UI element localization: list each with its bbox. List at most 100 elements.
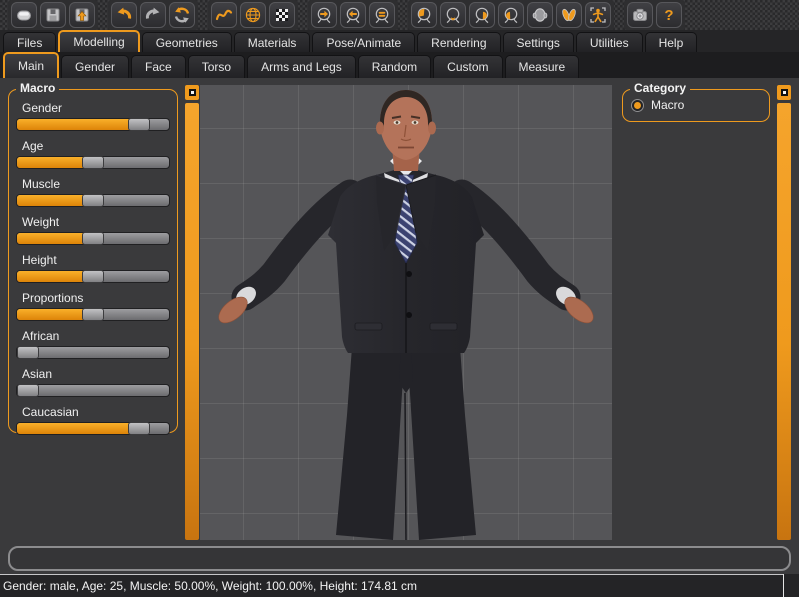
african-slider[interactable] [16,346,170,359]
collapse-icon [781,89,788,96]
height-slider-handle[interactable] [82,270,104,283]
resize-grip[interactable] [783,574,799,597]
tab-measure[interactable]: Measure [505,55,580,78]
head-left-view-button[interactable] [469,2,495,28]
save-icon [44,6,62,24]
body-view-button[interactable] [585,2,611,28]
right-splitter-collapse-button[interactable] [777,85,791,100]
category-option-label: Macro [651,98,684,112]
tab-rendering[interactable]: Rendering [417,32,500,52]
caucasian-slider-fill [17,423,139,434]
tab-random[interactable]: Random [358,55,431,78]
tab-utilities[interactable]: Utilities [576,32,643,52]
head-right-view-button[interactable] [498,2,524,28]
caucasian-slider[interactable] [16,422,170,435]
tab-help[interactable]: Help [645,32,698,52]
toolbar-group-rotate [308,0,398,30]
tab-face[interactable]: Face [131,55,186,78]
caucasian-slider-handle[interactable] [128,422,150,435]
reset-button[interactable] [169,2,195,28]
asian-slider-handle[interactable] [17,384,39,397]
feet-view-button[interactable] [556,2,582,28]
category-option-macro[interactable]: Macro [631,98,761,112]
head-left-view-icon [473,6,491,24]
smooth-icon [215,6,233,24]
undo-button[interactable] [111,2,137,28]
tab-main[interactable]: Main [3,52,59,78]
macro-groupbox-title: Macro [16,81,59,95]
3d-viewport[interactable] [200,85,612,540]
new-icon [15,6,33,24]
left-splitter-collapse-button[interactable] [185,85,199,100]
tab-pose-animate[interactable]: Pose/Animate [312,32,415,52]
head-top-view-icon [531,6,549,24]
tab-geometries[interactable]: Geometries [142,32,232,52]
tab-files[interactable]: Files [3,32,56,52]
help-button[interactable]: ? [656,2,682,28]
proportions-slider-handle[interactable] [82,308,104,321]
background-button[interactable] [269,2,295,28]
undo-icon [115,6,133,24]
slider-row-african: African [16,329,170,359]
gender-slider-handle[interactable] [128,118,150,131]
toolbar-separator [198,0,208,30]
progress-bar [8,546,791,571]
slider-row-proportions: Proportions [16,291,170,321]
gender-slider[interactable] [16,118,170,131]
wireframe-button[interactable] [240,2,266,28]
tab-modelling[interactable]: Modelling [58,30,139,52]
slider-row-age: Age [16,139,170,169]
weight-slider-handle[interactable] [82,232,104,245]
toolbar-separator [298,0,308,30]
toolbar-separator [614,0,624,30]
smooth-button[interactable] [211,2,237,28]
save-button[interactable] [40,2,66,28]
redo-icon [144,6,162,24]
face-view-button[interactable] [411,2,437,28]
tab-custom[interactable]: Custom [433,55,502,78]
redo-button[interactable] [140,2,166,28]
african-slider-label: African [22,329,170,343]
left-splitter-bar[interactable] [185,103,199,540]
gender-slider-label: Gender [22,101,170,115]
asian-slider[interactable] [16,384,170,397]
age-slider-handle[interactable] [82,156,104,169]
tab-torso[interactable]: Torso [188,55,245,78]
muscle-slider[interactable] [16,194,170,207]
weight-slider[interactable] [16,232,170,245]
right-panel: Category Macro [612,78,777,542]
right-splitter [777,85,791,540]
right-splitter-bar[interactable] [777,103,791,540]
head-front-view-button[interactable] [440,2,466,28]
rotate-right-button[interactable] [311,2,337,28]
grab-screenshot-button[interactable] [627,2,653,28]
age-slider[interactable] [16,156,170,169]
front-view-button[interactable] [369,2,395,28]
main-tab-bar: Files Modelling Geometries Materials Pos… [0,30,799,52]
content-area: Macro Gender Age Muscle Weight Height [0,78,799,542]
tab-materials[interactable]: Materials [234,32,311,52]
camera-icon [631,6,649,24]
toolbar-group-file [8,0,98,30]
height-slider-label: Height [22,253,170,267]
muscle-slider-handle[interactable] [82,194,104,207]
help-icon: ? [660,6,678,24]
head-top-view-button[interactable] [527,2,553,28]
height-slider[interactable] [16,270,170,283]
tab-arms-and-legs[interactable]: Arms and Legs [247,55,356,78]
sub-tab-bar: Main Gender Face Torso Arms and Legs Ran… [0,52,799,78]
rotate-left-button[interactable] [340,2,366,28]
load-button[interactable] [69,2,95,28]
reset-icon [173,6,191,24]
new-button[interactable] [11,2,37,28]
rotate-right-icon [315,6,333,24]
face-view-icon [415,6,433,24]
head-right-view-icon [502,6,520,24]
african-slider-handle[interactable] [17,346,39,359]
background-icon [273,6,291,24]
status-bar: Gender: male, Age: 25, Muscle: 50.00%, W… [0,574,799,597]
tab-gender[interactable]: Gender [61,55,129,78]
tab-settings[interactable]: Settings [503,32,574,52]
proportions-slider[interactable] [16,308,170,321]
radio-dot [634,102,641,109]
